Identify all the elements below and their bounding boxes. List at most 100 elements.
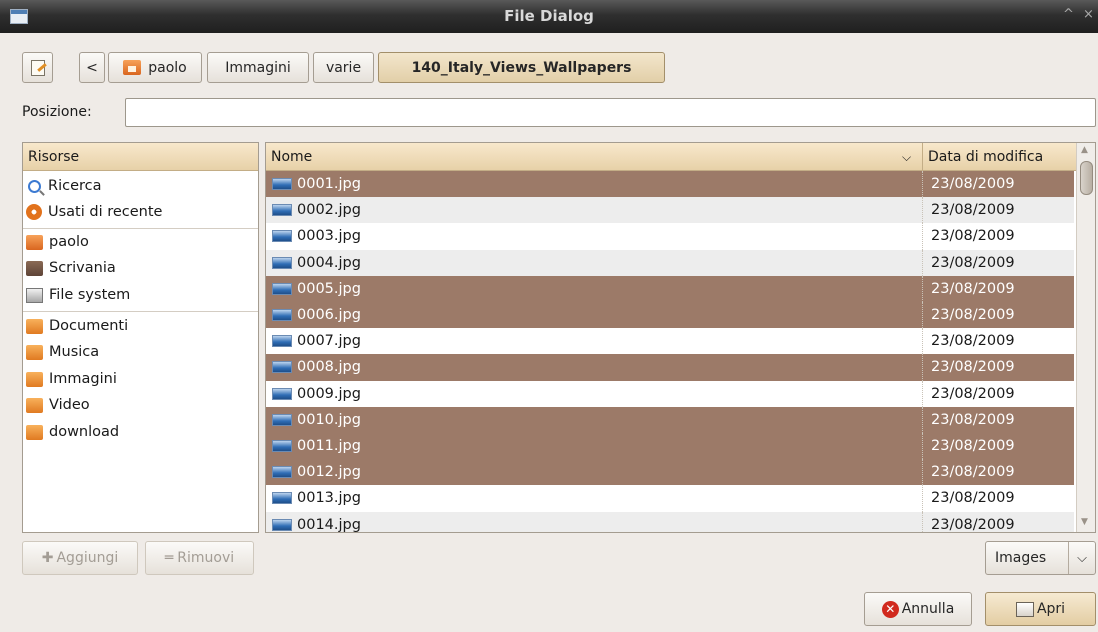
- place-paolo[interactable]: paolo: [26, 229, 89, 255]
- search-icon: [28, 179, 41, 193]
- image-file-icon: [272, 466, 292, 479]
- file-row[interactable]: 0007.jpg 23/08/2009: [266, 328, 1074, 355]
- file-name-cell: 0011.jpg: [266, 438, 922, 454]
- file-name: 0011.jpg: [297, 438, 361, 455]
- add-bookmark-button[interactable]: ✚ Aggiungi: [22, 541, 138, 575]
- file-row[interactable]: 0009.jpg 23/08/2009: [266, 380, 1074, 407]
- file-date: 23/08/2009: [922, 197, 1074, 224]
- file-row[interactable]: 0005.jpg 23/08/2009: [266, 275, 1074, 302]
- file-row[interactable]: 0012.jpg 23/08/2009: [266, 459, 1074, 486]
- place-label: download: [49, 424, 120, 440]
- file-row[interactable]: 0001.jpg 23/08/2009: [266, 171, 1074, 198]
- scroll-down-icon[interactable]: ▼: [1081, 517, 1088, 527]
- image-file-icon: [272, 361, 292, 374]
- file-name-cell: 0010.jpg: [266, 412, 922, 428]
- cancel-button[interactable]: ✕ Annulla: [864, 592, 972, 626]
- place-musica[interactable]: Musica: [26, 339, 99, 365]
- place-immagini[interactable]: Immagini: [26, 366, 117, 392]
- vertical-scrollbar[interactable]: ▲ ▼: [1076, 143, 1095, 532]
- breadcrumb-140-italy-views-wallpapers[interactable]: 140_Italy_Views_Wallpapers: [378, 52, 665, 83]
- file-row[interactable]: 0006.jpg 23/08/2009: [266, 302, 1074, 329]
- file-name: 0008.jpg: [297, 359, 361, 376]
- place-video[interactable]: Video: [26, 392, 90, 418]
- open-button[interactable]: Apri: [985, 592, 1096, 626]
- file-name: 0002.jpg: [297, 202, 361, 219]
- file-row[interactable]: 0014.jpg 23/08/2009: [266, 511, 1074, 533]
- file-row[interactable]: 0008.jpg 23/08/2009: [266, 354, 1074, 381]
- file-name: 0013.jpg: [297, 490, 361, 507]
- places-header[interactable]: Risorse: [23, 143, 258, 171]
- file-filter-combo[interactable]: Images ⌵: [985, 541, 1096, 575]
- file-name: 0014.jpg: [297, 516, 361, 533]
- file-name: 0005.jpg: [297, 280, 361, 297]
- file-name: 0012.jpg: [297, 464, 361, 481]
- place-download[interactable]: download: [26, 419, 119, 445]
- file-date: 23/08/2009: [922, 406, 1074, 433]
- home-folder-icon: [123, 60, 142, 75]
- image-file-icon: [272, 413, 292, 426]
- open-icon: [1015, 601, 1034, 617]
- image-file-icon: [272, 282, 292, 295]
- back-button[interactable]: <: [79, 52, 105, 83]
- place-label: Musica: [49, 344, 100, 360]
- close-button[interactable]: ×: [1083, 7, 1094, 22]
- column-name[interactable]: Nome: [266, 143, 312, 171]
- file-date: 23/08/2009: [922, 328, 1074, 355]
- file-list-panel: Nome ⌵ Data di modifica 0001.jpg 23/08/20…: [265, 142, 1096, 533]
- image-file-icon: [272, 335, 292, 348]
- image-file-icon: [272, 230, 292, 243]
- place-scrivania[interactable]: Scrivania: [26, 255, 116, 281]
- location-input[interactable]: [125, 98, 1096, 127]
- file-name-cell: 0004.jpg: [266, 255, 922, 271]
- edit-location-icon: [30, 59, 45, 76]
- place-label: Usati di recente: [48, 204, 163, 220]
- scrollbar-thumb[interactable]: [1080, 161, 1093, 195]
- file-date: 23/08/2009: [922, 223, 1074, 250]
- minus-icon: ═: [164, 550, 174, 566]
- file-row[interactable]: 0011.jpg 23/08/2009: [266, 433, 1074, 460]
- place-recenti[interactable]: Usati di recente: [26, 199, 162, 225]
- remove-bookmark-button[interactable]: ═ Rimuovi: [145, 541, 254, 575]
- place-file-system[interactable]: File system: [26, 282, 130, 308]
- recent-icon: [26, 204, 42, 220]
- file-row[interactable]: 0004.jpg 23/08/2009: [266, 249, 1074, 276]
- file-row[interactable]: 0003.jpg 23/08/2009: [266, 223, 1074, 250]
- file-list-header: Nome ⌵ Data di modifica: [266, 143, 1076, 171]
- breadcrumb-immagini[interactable]: Immagini: [207, 52, 309, 83]
- file-date: 23/08/2009: [922, 354, 1074, 381]
- place-ricerca[interactable]: Ricerca: [26, 173, 102, 199]
- place-label: Ricerca: [48, 178, 102, 194]
- drive-icon: [26, 287, 43, 303]
- chevron-down-icon: ⌵: [1068, 542, 1095, 574]
- folder-icon: [26, 397, 43, 413]
- file-row[interactable]: 0002.jpg 23/08/2009: [266, 197, 1074, 224]
- file-row[interactable]: 0010.jpg 23/08/2009: [266, 406, 1074, 433]
- file-name-cell: 0003.jpg: [266, 228, 922, 244]
- sort-chevron-icon: ⌵: [902, 150, 912, 164]
- image-file-icon: [272, 492, 292, 505]
- place-label: File system: [49, 287, 131, 303]
- image-file-icon: [272, 440, 292, 453]
- breadcrumb-paolo[interactable]: paolo: [108, 52, 202, 83]
- place-documenti[interactable]: Documenti: [26, 313, 128, 339]
- file-row[interactable]: 0013.jpg 23/08/2009: [266, 485, 1074, 512]
- desktop-icon: [26, 260, 43, 276]
- maximize-button[interactable]: ^: [1063, 7, 1074, 22]
- file-name-cell: 0002.jpg: [266, 202, 922, 218]
- file-date: 23/08/2009: [922, 171, 1074, 198]
- column-modified[interactable]: Data di modifica: [922, 143, 1043, 171]
- file-name: 0003.jpg: [297, 228, 361, 245]
- file-date: 23/08/2009: [922, 485, 1074, 512]
- place-label: Video: [49, 397, 90, 413]
- file-name-cell: 0006.jpg: [266, 307, 922, 323]
- scroll-up-icon[interactable]: ▲: [1081, 145, 1088, 155]
- breadcrumb-varie[interactable]: varie: [313, 52, 374, 83]
- file-date: 23/08/2009: [922, 275, 1074, 302]
- image-file-icon: [272, 256, 292, 269]
- plus-icon: ✚: [41, 550, 54, 566]
- window-title: File Dialog: [504, 7, 594, 25]
- edit-location-button[interactable]: [22, 52, 53, 83]
- file-name: 0009.jpg: [297, 385, 361, 402]
- places-separator: [23, 311, 258, 312]
- place-label: paolo: [49, 234, 89, 250]
